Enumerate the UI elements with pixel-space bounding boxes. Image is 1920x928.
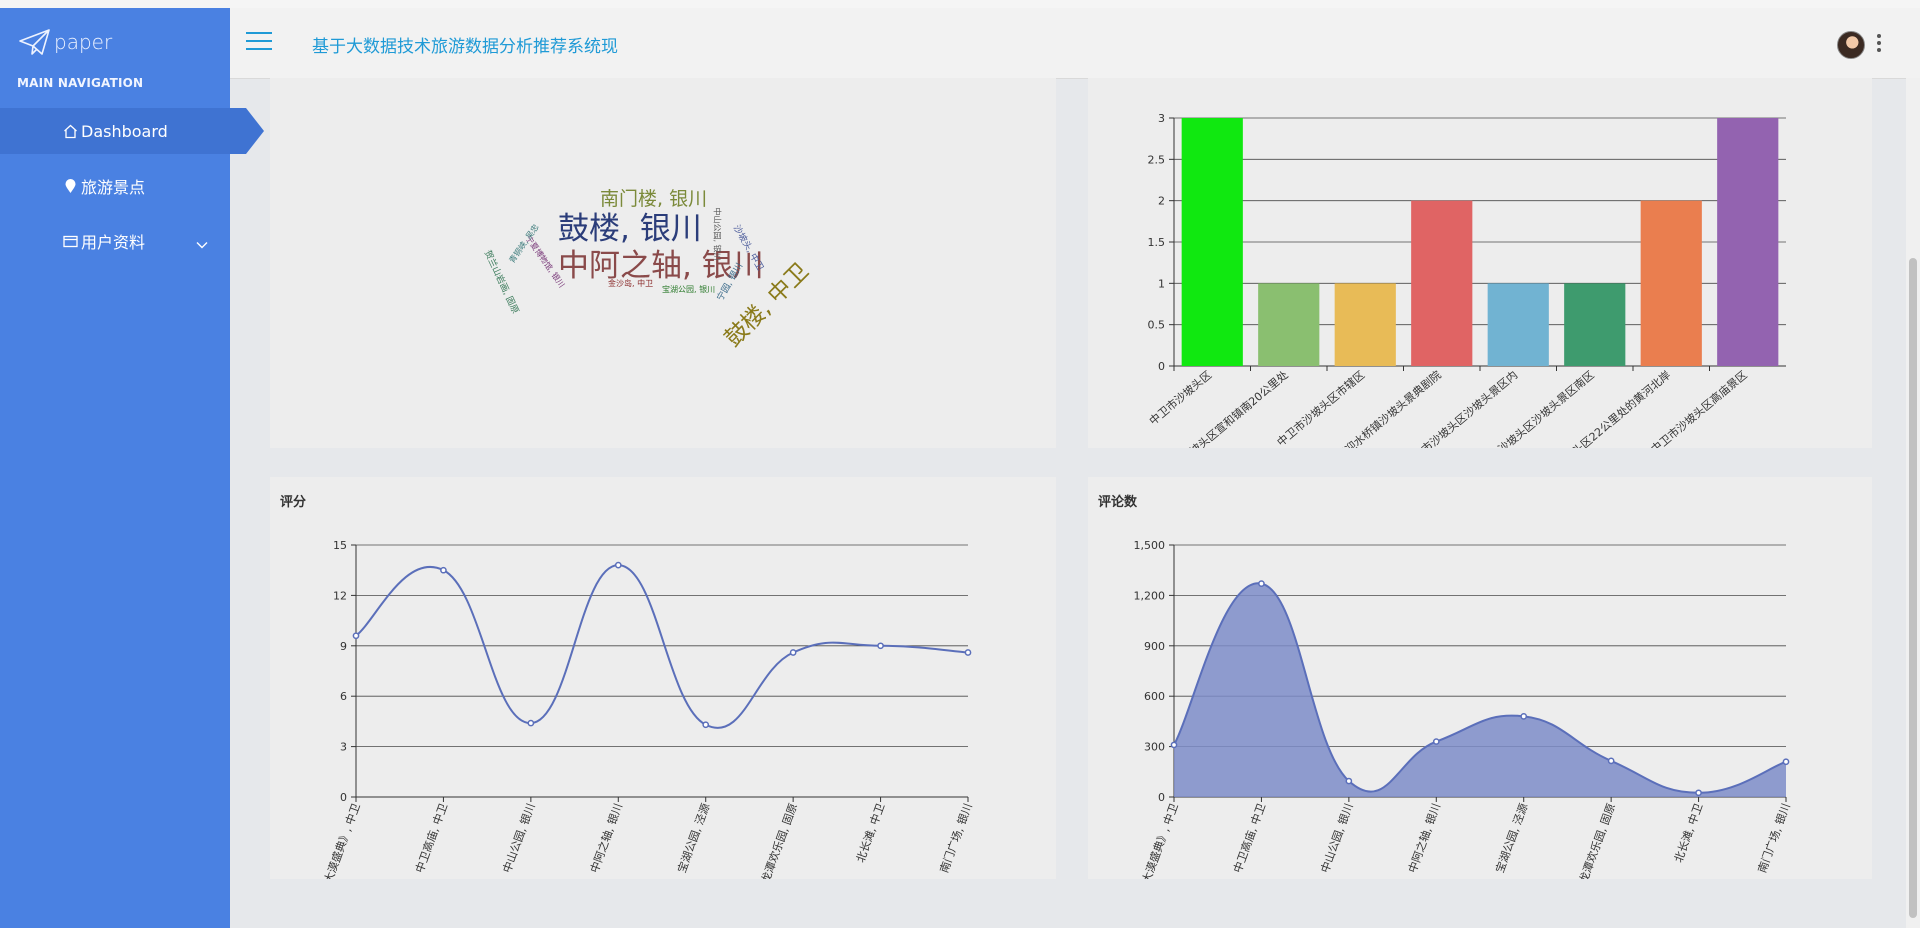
- page-title: 基于大数据技术旅游数据分析推荐系统现: [312, 37, 618, 57]
- y-tick-label: 2: [1158, 195, 1165, 208]
- scrollbar-thumb[interactable]: [1909, 258, 1917, 918]
- data-point: [527, 719, 535, 727]
- bar: [1717, 118, 1779, 366]
- x-tick-label: 中山公园, 银川: [1318, 801, 1356, 874]
- x-tick-label: 北长滩, 中卫: [1671, 801, 1705, 864]
- x-tick-label: 宝湖公园, 泾源: [674, 801, 712, 874]
- y-tick-label: 1,200: [1134, 589, 1166, 602]
- logo-text: paper: [54, 30, 113, 54]
- x-tick-label: 中卫高庙, 中卫: [412, 801, 450, 874]
- y-tick-label: 0.5: [1148, 319, 1166, 332]
- x-tick-label: 老龙潭欢乐园, 固原: [754, 801, 800, 879]
- y-tick-label: 0: [1158, 791, 1165, 804]
- bar-chart-panel: 0 0.5 1 1.5 2 2.5 3 中卫市沙坡头区 沙坡头区宣和镇南20公里处 中卫市沙坡头区…: [1088, 78, 1872, 448]
- top-header: 基于大数据技术旅游数据分析推荐系统现: [230, 8, 1920, 79]
- wordcloud-word: 宝湖公园, 银川: [662, 285, 716, 294]
- card-icon: [62, 233, 78, 249]
- x-tick-label: 中阿之轴, 银川: [587, 801, 625, 874]
- x-tick-label: 老龙潭欢乐园, 固原: [1572, 801, 1618, 879]
- y-tick-label: 600: [1144, 690, 1165, 703]
- data-point: [789, 649, 797, 656]
- y-tick-label: 0: [340, 791, 347, 804]
- sidebar-item-label: Dashboard: [81, 121, 168, 141]
- nav-section-header: MAIN NAVIGATION: [17, 76, 144, 90]
- home-icon: [62, 123, 78, 139]
- sidebar-item-profile[interactable]: 用户资料: [0, 218, 230, 264]
- bar: [1487, 283, 1549, 366]
- wordcloud-word: 鼓楼, 银川: [558, 211, 702, 247]
- score-line-chart: 0 3 6 9 12 15 《沙坡头·大漠盛典》, 中卫 中卫高庙, 中卫 中山公园, 银川 中阿…: [305, 539, 975, 879]
- wordcloud: 南门楼, 银川 鼓楼, 银川 中阿之轴, 银川 鼓楼, 中卫 沙坡头, 中卫 宁园, 银川…: [270, 78, 1056, 448]
- data-point: [1695, 789, 1702, 797]
- data-point: [964, 649, 972, 656]
- data-point: [1258, 580, 1265, 587]
- x-tick-label: 中卫市沙坡头区沙坡头景区内: [1402, 368, 1521, 448]
- y-tick-label: 1: [1158, 277, 1165, 290]
- wordcloud-word: 南门楼, 银川: [600, 188, 708, 210]
- x-tick-label: 中山公园, 银川: [500, 801, 538, 874]
- wordcloud-word: 中山公园, 银川: [712, 207, 722, 261]
- area-fill: [1174, 583, 1786, 797]
- y-tick-label: 1,500: [1134, 539, 1166, 552]
- x-tick-label: 中卫高庙, 中卫: [1230, 801, 1268, 874]
- data-point: [1345, 777, 1353, 785]
- y-tick-label: 6: [340, 690, 347, 703]
- bar: [1640, 200, 1702, 366]
- data-point: [1170, 741, 1178, 749]
- wordcloud-word: 金沙岛, 中卫: [608, 279, 654, 288]
- y-tick-label: 0: [1158, 360, 1165, 373]
- x-tick-label: 《沙坡头·大漠盛典》, 中卫: [1123, 801, 1181, 879]
- x-tick-label: 南门广场, 银川: [937, 801, 975, 874]
- bar: [1334, 283, 1396, 366]
- bar: [1564, 283, 1626, 366]
- sidebar-item-label: 用户资料: [81, 233, 146, 252]
- menu-toggle-icon[interactable]: [246, 32, 272, 54]
- data-point: [352, 632, 360, 640]
- y-tick-label: 12: [333, 589, 347, 602]
- avatar[interactable]: [1837, 31, 1865, 59]
- x-tick-label: 《沙坡头·大漠盛典》, 中卫: [305, 801, 363, 879]
- data-point: [1432, 738, 1440, 745]
- sidebar-item-label: 旅游景点: [81, 178, 146, 197]
- x-tick-label: 中阿之轴, 银川: [1405, 801, 1443, 874]
- pin-icon: [62, 178, 78, 194]
- x-tick-label: 北长滩, 中卫: [853, 801, 887, 864]
- data-point: [1782, 758, 1790, 766]
- sidebar-item-spots[interactable]: 旅游景点: [0, 163, 230, 209]
- bar-chart: 00.511.522.53中卫市沙坡头区沙坡头区宣和镇南20公里处中卫市沙坡头区…: [1146, 112, 1786, 448]
- y-tick-label: 2.5: [1148, 153, 1166, 166]
- more-vertical-icon[interactable]: [1876, 34, 1882, 54]
- bar: [1258, 283, 1320, 366]
- x-tick-label: 宝湖公园, 泾源: [1492, 801, 1530, 874]
- data-point: [614, 561, 622, 569]
- paper-plane-icon: [19, 29, 50, 55]
- data-point: [1607, 757, 1615, 765]
- bar: [1411, 200, 1473, 366]
- y-tick-label: 3: [340, 741, 347, 754]
- y-tick-label: 900: [1144, 640, 1165, 653]
- y-tick-label: 9: [340, 640, 347, 653]
- wordcloud-panel: 南门楼, 银川 鼓楼, 银川 中阿之轴, 银川 鼓楼, 中卫 沙坡头, 中卫 宁园, 银川…: [270, 78, 1056, 448]
- data-point: [440, 566, 447, 574]
- sidebar-item-dashboard[interactable]: Dashboard: [0, 108, 264, 154]
- data-point: [702, 721, 710, 729]
- logo[interactable]: paper: [18, 24, 112, 60]
- page-scrollbar[interactable]: [1906, 78, 1920, 928]
- score-chart-panel: 评分 0 3 6 9 12 15 《沙坡头·大漠盛典》, 中卫 中卫高庙, 中卫 中山公园, 银…: [270, 477, 1056, 879]
- x-tick-label: 南门广场, 银川: [1755, 801, 1793, 874]
- sidebar: paper MAIN NAVIGATION Dashboard 旅游景点 用户资…: [0, 8, 264, 928]
- data-point: [877, 642, 884, 650]
- x-tick-label: 中卫市沙坡头区沙坡头景区南区: [1470, 368, 1597, 448]
- data-point: [1520, 713, 1528, 720]
- comments-area-chart: 0 300 600 900 1,200 1,500 《沙坡头·大漠盛典》, 中卫 中卫高庙, …: [1123, 539, 1793, 879]
- bar: [1181, 118, 1243, 366]
- y-tick-label: 15: [333, 539, 347, 552]
- x-tick-label: 中卫市沙坡头区: [1146, 368, 1214, 428]
- chevron-down-icon[interactable]: [196, 234, 208, 253]
- comments-chart-panel: 评论数 0 300 600 900 1,200 1,500 《沙坡头·大漠盛典》, 中卫 中卫…: [1088, 477, 1872, 879]
- y-tick-label: 300: [1144, 741, 1165, 754]
- y-tick-label: 1.5: [1148, 236, 1166, 249]
- series-line: [355, 564, 969, 729]
- y-tick-label: 3: [1158, 112, 1165, 125]
